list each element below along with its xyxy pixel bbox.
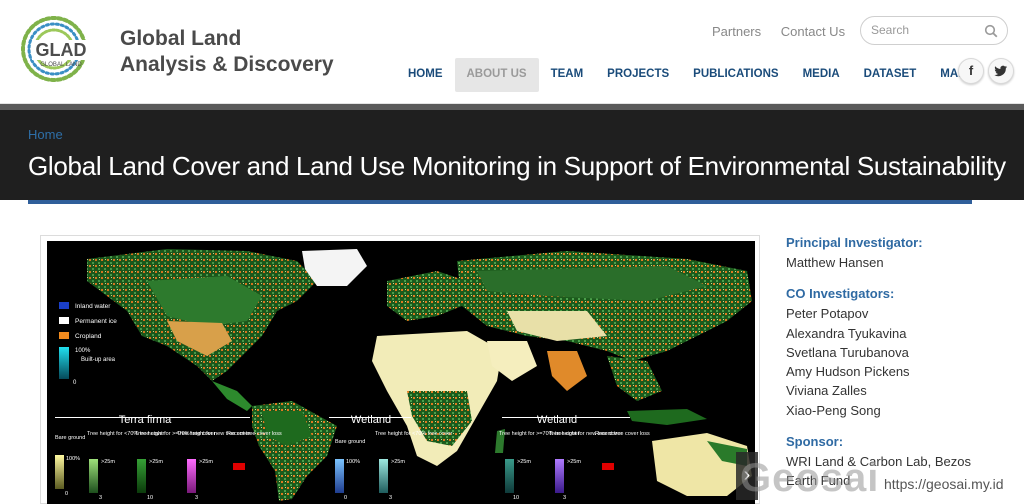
nav-media[interactable]: MEDIA: [791, 58, 852, 92]
legend-builtup-label: Built-up area: [81, 357, 116, 363]
legend-tf-lt70-max: >25m: [101, 459, 115, 465]
legend-scale-bare-ground: [55, 455, 64, 489]
bird-icon: [994, 65, 1007, 77]
co-investigator: Alexandra Tyukavina: [786, 325, 907, 341]
legend-w2-loss: Recent tree cover loss: [595, 431, 650, 437]
legend-w1-bare-min: 0: [344, 495, 347, 501]
co-investigator: Amy Hudson Pickens: [786, 364, 910, 380]
legend-scale-w1-bare: [335, 459, 344, 493]
utility-links: Partners Contact Us: [712, 24, 861, 39]
legend-scale-tree-ge70: [137, 459, 146, 493]
legend-w2-new-max: >25m: [567, 459, 581, 465]
legend-w1-tree-max: >25m: [391, 459, 405, 465]
legend-wetland-2-title: Wetland: [537, 414, 577, 426]
legend-swatch-cropland: [59, 332, 69, 339]
nav-team[interactable]: TEAM: [539, 58, 596, 92]
map-figure: Inland water Permanent ice Cropland 100%…: [40, 235, 760, 504]
legend-w1-tree-min: 3: [389, 495, 392, 501]
legend-scale-tree-lt70: [89, 459, 98, 493]
pi-name: Matthew Hansen: [786, 255, 884, 270]
nav-publications[interactable]: PUBLICATIONS: [681, 58, 790, 92]
legend-swatch-tree-loss: [233, 463, 245, 470]
legend-w1-bare-ground: Bare ground: [335, 439, 365, 445]
glad-logo[interactable]: GLAD GLOBAL LAND: [14, 14, 106, 84]
legend-tf-ge70-min: 10: [147, 495, 153, 501]
watermark-url: https://geosai.my.id: [884, 476, 1004, 492]
legend-w1-tree-lt70: Tree height for <70% tree cover: [375, 431, 452, 437]
legend-scale-builtup: [59, 347, 69, 379]
global-land-cover-map[interactable]: Inland water Permanent ice Cropland 100%…: [47, 241, 755, 504]
legend-scale-w2-new-tree: [555, 459, 564, 493]
nav-about-us[interactable]: ABOUT US: [454, 58, 539, 92]
legend-swatch-permanent-ice: [59, 317, 69, 324]
legend-permanent-ice: Permanent ice: [75, 318, 117, 325]
site-header: GLAD GLOBAL LAND Global Land Analysis & …: [0, 0, 1024, 104]
legend-tf-new-max: >25m: [199, 459, 213, 465]
legend-w2-ge70-max: >25m: [517, 459, 531, 465]
page-banner: Home Global Land Cover and Land Use Moni…: [0, 110, 1024, 200]
legend-tf-ge70-max: >25m: [149, 459, 163, 465]
legend-tf-bare-min: 0: [65, 491, 68, 497]
co-investigator: Svetlana Turubanova: [786, 344, 909, 360]
breadcrumb-home[interactable]: Home: [28, 127, 63, 142]
legend-terra-firma-title: Terra firma: [119, 414, 172, 426]
partners-link[interactable]: Partners: [712, 24, 761, 39]
legend-top: Inland water Permanent ice Cropland 100%…: [59, 302, 117, 386]
legend-w2-ge70-min: 10: [513, 495, 519, 501]
legend-tf-bare-max: 100%: [66, 456, 80, 462]
legend-tf-new-min: 3: [195, 495, 198, 501]
logo-text: GLAD: [36, 40, 87, 60]
brand-line-1: Global Land: [120, 27, 242, 50]
nav-home[interactable]: HOME: [396, 58, 455, 92]
watermark-logo: Geosai: [740, 456, 880, 500]
legend-wetland-2: Wetland Tree height for >=70% tree cover…: [499, 414, 650, 501]
co-heading: CO Investigators:: [786, 286, 895, 302]
brand-name[interactable]: Global Land Analysis & Discovery: [120, 26, 334, 78]
sponsor-heading: Sponsor:: [786, 434, 844, 450]
continents: [87, 249, 752, 501]
twitter-icon[interactable]: [988, 58, 1014, 84]
legend-terra-firma: Terra firma Bare ground 100% 0 Tree heig…: [55, 414, 282, 501]
nav-dataset[interactable]: DATASET: [852, 58, 929, 92]
legend-wetland-1-title: Wetland: [351, 414, 391, 426]
legend-scale-w2-tree-ge70: [505, 459, 514, 493]
contact-us-link[interactable]: Contact Us: [781, 24, 845, 39]
search-icon[interactable]: [984, 24, 998, 38]
legend-swatch-inland-water: [59, 302, 69, 309]
legend-builtup-max: 100%: [75, 348, 91, 354]
legend-w2-new-min: 3: [563, 495, 566, 501]
legend-scale-new-tree: [187, 459, 196, 493]
co-investigator: Viviana Zalles: [786, 383, 867, 399]
legend-tf-bare-ground: Bare ground: [55, 435, 85, 441]
nav-projects[interactable]: PROJECTS: [595, 58, 681, 92]
co-investigators-block: CO Investigators: Peter Potapov Alexandr…: [786, 286, 1016, 420]
logo-subtext: GLOBAL LAND: [40, 62, 82, 68]
pi-heading: Principal Investigator:: [786, 235, 923, 250]
main-nav: HOME ABOUT US TEAM PROJECTS PUBLICATIONS…: [396, 58, 985, 92]
facebook-icon[interactable]: f: [958, 58, 984, 84]
legend-swatch-w2-loss: [602, 463, 614, 470]
banner-accent-rule: [28, 200, 972, 204]
legend-scale-w1-tree: [379, 459, 388, 493]
page-title: Global Land Cover and Land Use Monitorin…: [28, 151, 1006, 181]
legend-builtup-min: 0: [73, 380, 77, 386]
legend-tf-loss: Recent tree cover loss: [227, 431, 282, 437]
search-box: [860, 16, 1008, 45]
co-investigator: Xiao-Peng Song: [786, 402, 881, 418]
legend-inland-water: Inland water: [75, 303, 111, 310]
brand-line-2: Analysis & Discovery: [120, 53, 334, 76]
search-input[interactable]: [871, 23, 981, 37]
legend-cropland: Cropland: [75, 333, 102, 340]
legend-tf-lt70-min: 3: [99, 495, 102, 501]
legend-w1-bare-max: 100%: [346, 459, 360, 465]
co-investigator: Peter Potapov: [786, 306, 869, 322]
pi-block: Principal Investigator: Matthew Hansen: [786, 235, 1016, 272]
